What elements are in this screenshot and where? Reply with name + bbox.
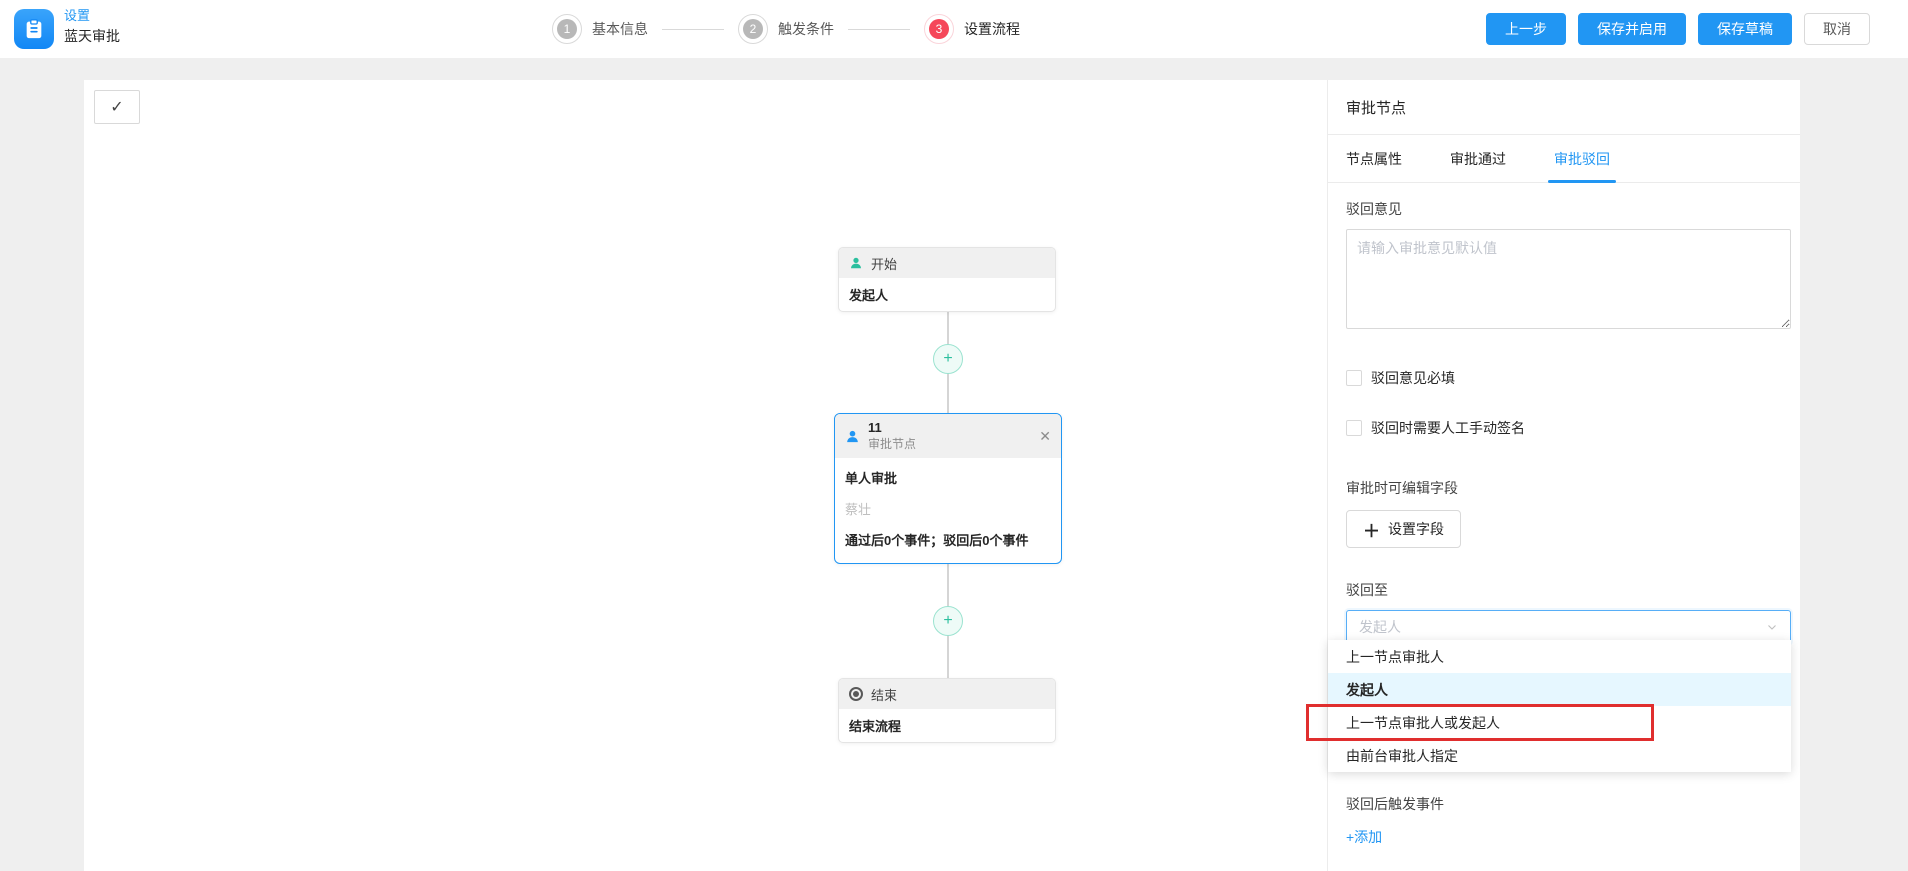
stepper: 1 基本信息 2 触发条件 3 设置流程 <box>552 0 1020 58</box>
option-frontend-approver-assign[interactable]: 由前台审批人指定 <box>1328 739 1791 772</box>
previous-step-button[interactable]: 上一步 <box>1486 13 1566 45</box>
panel-title: 审批节点 <box>1328 80 1800 135</box>
step-connector <box>848 29 910 30</box>
reject-to-select-value: 发起人 <box>1359 617 1766 637</box>
save-and-enable-button[interactable]: 保存并启用 <box>1578 13 1686 45</box>
approval-assignee: 蔡壮 <box>845 493 1051 524</box>
step-label: 基本信息 <box>592 19 648 39</box>
flow-canvas[interactable]: ✓ 开始 发起人 + 11 审批节点 ✕ 单人审批 蔡壮 <box>84 80 1800 871</box>
add-event-link[interactable]: +添加 <box>1346 827 1382 847</box>
end-node-title: 结束 <box>871 685 897 704</box>
end-node[interactable]: 结束 结束流程 <box>838 678 1056 743</box>
step-number: 2 <box>743 19 763 39</box>
checkbox-icon[interactable] <box>1346 420 1362 436</box>
set-fields-button-label: 设置字段 <box>1388 519 1444 539</box>
tab-approval-reject[interactable]: 审批驳回 <box>1554 135 1610 183</box>
approval-node-title: 11 <box>868 420 916 436</box>
app-logo <box>14 9 54 49</box>
step-trigger-condition[interactable]: 2 触发条件 <box>738 14 834 44</box>
person-icon <box>845 429 860 444</box>
plus-icon: ＋ <box>1363 517 1380 542</box>
start-node-title: 开始 <box>871 254 897 273</box>
start-node-body: 发起人 <box>839 278 1055 311</box>
reject-to-select[interactable]: 发起人 <box>1346 610 1791 644</box>
cancel-button[interactable]: 取消 <box>1804 13 1870 45</box>
add-node-button[interactable]: + <box>933 344 963 374</box>
clipboard-icon <box>23 18 45 40</box>
panel-tabs: 节点属性 审批通过 审批驳回 <box>1328 135 1800 183</box>
checkbox-label: 驳回时需要人工手动签名 <box>1371 418 1525 438</box>
editable-fields-label: 审批时可编辑字段 <box>1346 478 1790 498</box>
close-icon[interactable]: ✕ <box>1039 428 1051 445</box>
plus-icon: + <box>943 350 952 368</box>
reject-opinion-label: 驳回意见 <box>1346 199 1790 219</box>
node-settings-panel: 审批节点 节点属性 审批通过 审批驳回 驳回意见 驳回意见必填 驳回时需要人工手… <box>1327 80 1800 871</box>
person-icon <box>849 256 863 270</box>
step-basic-info[interactable]: 1 基本信息 <box>552 14 648 44</box>
option-initiator[interactable]: 发起人 <box>1328 673 1791 706</box>
set-fields-button[interactable]: ＋ 设置字段 <box>1346 510 1461 548</box>
option-previous-node-approver[interactable]: 上一节点审批人 <box>1328 640 1791 673</box>
checkbox-label: 驳回意见必填 <box>1371 368 1455 388</box>
option-previous-approver-or-initiator[interactable]: 上一节点审批人或发起人 <box>1328 706 1791 739</box>
select-mode-button[interactable]: ✓ <box>94 90 140 124</box>
checkbox-reject-opinion-required[interactable]: 驳回意见必填 <box>1346 368 1790 388</box>
approval-mode: 单人审批 <box>845 462 1051 493</box>
approval-node-subtitle: 审批节点 <box>868 437 916 452</box>
tab-approval-pass[interactable]: 审批通过 <box>1450 135 1506 183</box>
settings-link[interactable]: 设置 <box>64 7 120 26</box>
approval-node[interactable]: 11 审批节点 ✕ 单人审批 蔡壮 通过后0个事件；驳回后0个事件 <box>834 413 1062 564</box>
plus-icon: + <box>943 612 952 630</box>
app-title: 蓝天审批 <box>64 26 120 46</box>
reject-to-label: 驳回至 <box>1346 580 1790 600</box>
chevron-down-icon <box>1766 621 1778 633</box>
approval-events: 通过后0个事件；驳回后0个事件 <box>845 524 1051 555</box>
save-draft-button[interactable]: 保存草稿 <box>1698 13 1792 45</box>
reject-to-dropdown: 上一节点审批人 发起人 上一节点审批人或发起人 由前台审批人指定 <box>1328 640 1791 772</box>
tab-node-properties[interactable]: 节点属性 <box>1346 135 1402 183</box>
check-icon: ✓ <box>110 97 123 117</box>
step-number: 3 <box>929 19 949 39</box>
top-bar: 设置 蓝天审批 1 基本信息 2 触发条件 3 设置流程 上一步 保存并启用 保… <box>0 0 1908 58</box>
step-label: 触发条件 <box>778 19 834 39</box>
add-node-button[interactable]: + <box>933 606 963 636</box>
checkbox-manual-signature[interactable]: 驳回时需要人工手动签名 <box>1346 418 1790 438</box>
step-connector <box>662 29 724 30</box>
checkbox-icon[interactable] <box>1346 370 1362 386</box>
reject-opinion-textarea[interactable] <box>1346 229 1791 329</box>
end-target-icon <box>849 687 863 701</box>
start-node[interactable]: 开始 发起人 <box>838 247 1056 312</box>
step-label: 设置流程 <box>964 19 1020 39</box>
trigger-events-label: 驳回后触发事件 <box>1346 794 1790 814</box>
step-set-flow[interactable]: 3 设置流程 <box>924 14 1020 44</box>
step-number: 1 <box>557 19 577 39</box>
end-node-body: 结束流程 <box>839 709 1055 742</box>
